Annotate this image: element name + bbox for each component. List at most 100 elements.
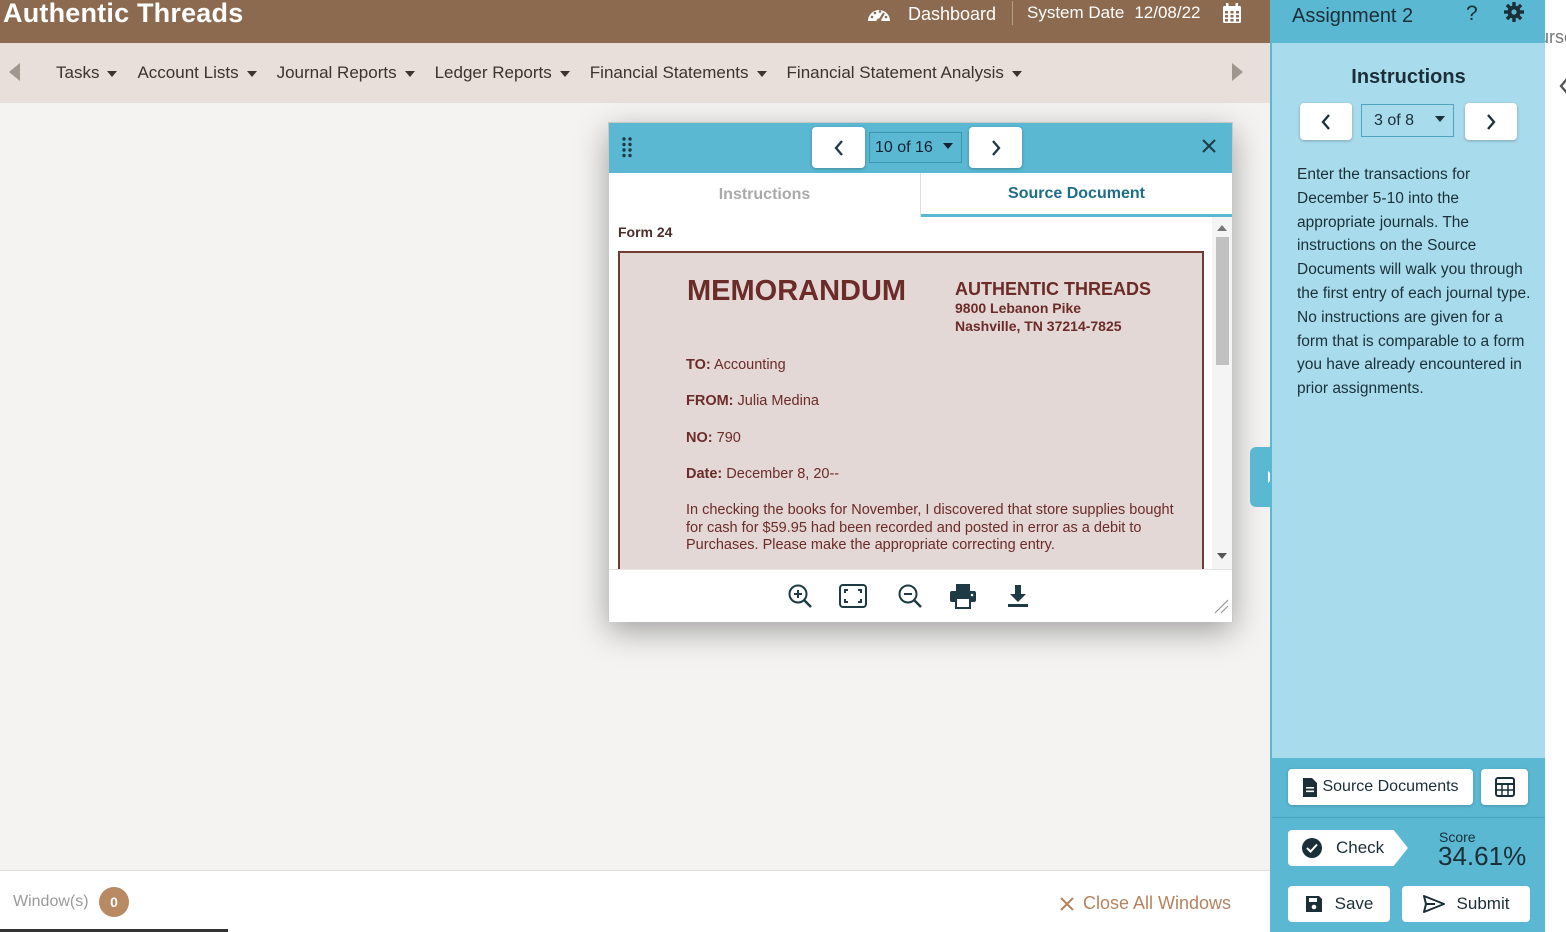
source-document-window: 10 of 16 Instructions Source Document Fo… xyxy=(608,122,1233,622)
check-circle-icon xyxy=(1302,838,1322,858)
windows-count-badge[interactable]: 0 xyxy=(99,887,129,917)
download-icon[interactable] xyxy=(1007,583,1029,614)
nav-item-tasks[interactable]: Tasks xyxy=(56,63,118,83)
chevron-left-icon[interactable] xyxy=(1559,77,1566,95)
save-label: Save xyxy=(1334,894,1374,913)
instruction-page-select[interactable]: 3 of 8 xyxy=(1361,104,1454,137)
tab-instructions[interactable]: Instructions xyxy=(609,173,921,217)
memo-date-label: Date: xyxy=(686,466,723,482)
nav-item-label: Account Lists xyxy=(137,63,239,82)
nav-item-label: Tasks xyxy=(56,63,100,82)
speedometer-icon xyxy=(868,10,890,23)
submit-button[interactable]: Submit xyxy=(1402,886,1530,922)
memo-date: Date: December 8, 20-- xyxy=(686,466,839,482)
memo-address-line1: 9800 Lebanon Pike xyxy=(955,300,1082,316)
close-all-windows-button[interactable]: Close All Windows xyxy=(1060,893,1231,914)
window-tabs: Instructions Source Document xyxy=(609,173,1232,217)
instructions-text: Enter the transactions for December 5-10… xyxy=(1297,166,1531,398)
nav-item-journal-reports[interactable]: Journal Reports xyxy=(277,63,415,83)
save-button[interactable]: Save xyxy=(1288,886,1390,922)
memo-to-label: TO: xyxy=(686,357,711,373)
nav-item-label: Ledger Reports xyxy=(434,63,552,82)
close-icon xyxy=(1060,896,1074,911)
page-select-value: 10 of 16 xyxy=(875,138,933,156)
page-select[interactable]: 10 of 16 xyxy=(869,132,962,163)
scroll-up-icon[interactable] xyxy=(1217,225,1227,231)
scrollbar-thumb[interactable] xyxy=(1216,237,1229,365)
caret-down-icon xyxy=(246,71,257,77)
memo-title: MEMORANDUM xyxy=(687,275,907,307)
chevron-left-icon xyxy=(833,139,843,156)
header-divider xyxy=(1012,1,1013,25)
save-icon xyxy=(1305,896,1322,912)
gear-icon[interactable] xyxy=(1504,2,1524,27)
close-icon xyxy=(1202,139,1216,153)
close-window-button[interactable] xyxy=(1201,135,1217,159)
memo-company: AUTHENTIC THREADS xyxy=(955,279,1151,299)
source-documents-button[interactable]: Source Documents xyxy=(1288,769,1473,805)
caret-down-icon xyxy=(943,143,953,149)
dashboard-link[interactable]: Dashboard xyxy=(866,3,996,25)
source-documents-label: Source Documents xyxy=(1322,778,1459,795)
assignment-panel-header: Assignment 2 ? xyxy=(1272,0,1545,43)
close-all-label: Close All Windows xyxy=(1083,893,1232,913)
nav-item-financial-statements[interactable]: Financial Statements xyxy=(590,63,767,83)
resize-handle-icon[interactable] xyxy=(1213,598,1229,619)
nav-item-label: Financial Statements xyxy=(589,63,749,82)
window-header: 10 of 16 xyxy=(609,123,1232,173)
previous-instruction-button[interactable] xyxy=(1300,103,1352,140)
nav-scroll-left-icon[interactable] xyxy=(9,63,20,81)
caret-down-icon xyxy=(107,71,118,77)
memo-number: NO: 790 xyxy=(686,430,741,446)
next-page-button[interactable] xyxy=(969,127,1022,168)
clipped-side-text: urse xyxy=(1545,27,1566,47)
caret-down-icon xyxy=(1011,71,1022,77)
document-viewer[interactable]: Form 24 MEMORANDUM AUTHENTIC THREADS 980… xyxy=(609,217,1219,569)
document-scrollbar[interactable] xyxy=(1212,217,1232,569)
check-button[interactable]: Check xyxy=(1288,830,1408,866)
system-date: System Date 12/08/22 xyxy=(1027,3,1201,23)
system-date-label: System Date xyxy=(1027,3,1125,22)
score-value: 34.61% xyxy=(1438,841,1527,871)
print-icon[interactable] xyxy=(949,583,977,614)
form-label: Form 24 xyxy=(618,224,673,240)
caret-down-icon xyxy=(404,71,415,77)
caret-down-icon xyxy=(559,71,570,77)
memo-number-label: NO: xyxy=(686,430,713,446)
app-title: Authentic Threads xyxy=(3,0,244,28)
calendar-icon[interactable] xyxy=(1222,3,1242,29)
help-icon[interactable]: ? xyxy=(1466,2,1478,26)
previous-page-button[interactable] xyxy=(812,127,865,168)
nav-item-ledger-reports[interactable]: Ledger Reports xyxy=(435,63,570,83)
caret-down-icon xyxy=(1435,116,1445,122)
nav-menu: Tasks Account Lists Journal Reports Ledg… xyxy=(56,63,1042,83)
windows-label: Window(s) xyxy=(13,893,89,910)
instructions-title: Instructions xyxy=(1351,66,1466,88)
nav-scroll-right-icon[interactable] xyxy=(1232,63,1243,81)
assignment-title: Assignment 2 xyxy=(1292,5,1414,27)
memo-from-label: FROM: xyxy=(686,393,734,409)
nav-item-account-lists[interactable]: Account Lists xyxy=(137,63,257,83)
tab-source-document[interactable]: Source Document xyxy=(921,173,1232,217)
document-icon xyxy=(1303,777,1318,797)
chevron-right-icon xyxy=(1487,113,1496,130)
zoom-in-icon[interactable] xyxy=(787,583,813,614)
app-header: Authentic Threads Dashboard System Date … xyxy=(0,0,1270,43)
nav-item-label: Journal Reports xyxy=(276,63,397,82)
memo-from: FROM: Julia Medina xyxy=(686,393,819,409)
calculator-button[interactable] xyxy=(1481,769,1528,805)
drag-handle-icon[interactable] xyxy=(621,136,633,163)
chevron-left-icon xyxy=(1321,113,1330,130)
next-instruction-button[interactable] xyxy=(1465,103,1517,140)
scroll-down-icon[interactable] xyxy=(1217,553,1227,559)
memo-number-value: 790 xyxy=(716,430,741,446)
memorandum-document: MEMORANDUM AUTHENTIC THREADS 9800 Lebano… xyxy=(618,251,1204,569)
check-label: Check xyxy=(1336,838,1385,857)
fit-page-icon[interactable] xyxy=(839,583,867,614)
nav-item-label: Financial Statement Analysis xyxy=(786,63,1004,82)
assignment-panel: Assignment 2 ? Instructions 3 of 8 Enter… xyxy=(1270,0,1545,932)
send-icon xyxy=(1422,895,1445,913)
memo-body: In checking the books for November, I di… xyxy=(686,502,1174,553)
nav-item-financial-statement-analysis[interactable]: Financial Statement Analysis xyxy=(787,63,1022,83)
zoom-out-icon[interactable] xyxy=(897,583,923,614)
